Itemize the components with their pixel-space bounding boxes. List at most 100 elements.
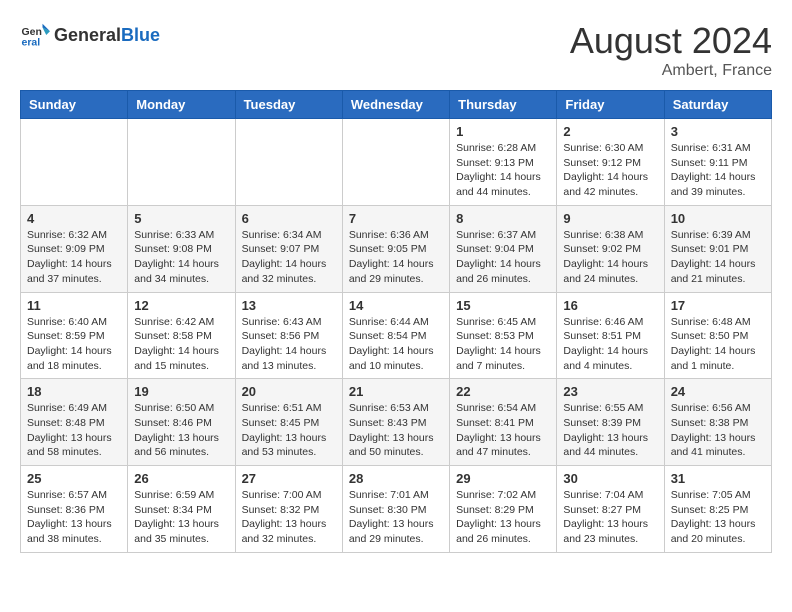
calendar-day-cell: 4 Sunrise: 6:32 AM Sunset: 9:09 PM Daylig… (21, 205, 128, 292)
day-number: 31 (671, 471, 765, 486)
day-info: Sunrise: 6:51 AM Sunset: 8:45 PM Dayligh… (242, 401, 336, 460)
day-number: 1 (456, 124, 550, 139)
day-number: 2 (563, 124, 657, 139)
weekday-header: Wednesday (342, 91, 449, 119)
day-number: 30 (563, 471, 657, 486)
weekday-header: Thursday (450, 91, 557, 119)
calendar-day-cell: 12 Sunrise: 6:42 AM Sunset: 8:58 PM Dayli… (128, 292, 235, 379)
logo-icon: Gen eral (20, 20, 50, 50)
page-header: Gen eral GeneralBlue August 2024 Ambert,… (20, 20, 772, 80)
day-info: Sunrise: 6:31 AM Sunset: 9:11 PM Dayligh… (671, 141, 765, 200)
day-info: Sunrise: 6:39 AM Sunset: 9:01 PM Dayligh… (671, 228, 765, 287)
calendar-day-cell: 29Sunrise: 7:02 AM Sunset: 8:29 PM Dayli… (450, 466, 557, 553)
weekday-header: Friday (557, 91, 664, 119)
location: Ambert, France (570, 62, 772, 80)
day-number: 12 (134, 298, 228, 313)
day-number: 26 (134, 471, 228, 486)
calendar-day-cell: 30 Sunrise: 7:04 AM Sunset: 8:27 PM Dayli… (557, 466, 664, 553)
day-info: Sunrise: 6:50 AM Sunset: 8:46 PM Dayligh… (134, 401, 228, 460)
day-number: 19 (134, 384, 228, 399)
calendar-day-cell: 7 Sunrise: 6:36 AM Sunset: 9:05 PM Daylig… (342, 205, 449, 292)
calendar-day-cell: 18 Sunrise: 6:49 AM Sunset: 8:48 PM Dayli… (21, 379, 128, 466)
day-number: 16 (563, 298, 657, 313)
calendar-week-row: 4 Sunrise: 6:32 AM Sunset: 9:09 PM Daylig… (21, 205, 772, 292)
calendar-day-cell: 23 Sunrise: 6:55 AM Sunset: 8:39 PM Dayli… (557, 379, 664, 466)
day-info: Sunrise: 7:00 AM Sunset: 8:32 PM Dayligh… (242, 488, 336, 547)
day-number: 11 (27, 298, 121, 313)
day-number: 24 (671, 384, 765, 399)
calendar-week-row: 25 Sunrise: 6:57 AM Sunset: 8:36 PM Dayli… (21, 466, 772, 553)
day-number: 28 (349, 471, 443, 486)
day-info: Sunrise: 6:54 AM Sunset: 8:41 PM Dayligh… (456, 401, 550, 460)
weekday-header: Tuesday (235, 91, 342, 119)
day-info: Sunrise: 6:37 AM Sunset: 9:04 PM Dayligh… (456, 228, 550, 287)
day-number: 22 (456, 384, 550, 399)
calendar-day-cell: 8Sunrise: 6:37 AM Sunset: 9:04 PM Daylig… (450, 205, 557, 292)
day-number: 15 (456, 298, 550, 313)
day-number: 4 (27, 211, 121, 226)
day-number: 13 (242, 298, 336, 313)
calendar-day-cell: 14 Sunrise: 6:44 AM Sunset: 8:54 PM Dayli… (342, 292, 449, 379)
day-info: Sunrise: 6:53 AM Sunset: 8:43 PM Dayligh… (349, 401, 443, 460)
calendar-table: SundayMondayTuesdayWednesdayThursdayFrid… (20, 90, 772, 553)
logo-blue: Blue (121, 25, 160, 45)
day-info: Sunrise: 6:28 AM Sunset: 9:13 PM Dayligh… (456, 141, 550, 200)
calendar-day-cell: 13 Sunrise: 6:43 AM Sunset: 8:56 PM Dayli… (235, 292, 342, 379)
day-number: 23 (563, 384, 657, 399)
svg-text:eral: eral (22, 37, 41, 49)
day-info: Sunrise: 6:40 AM Sunset: 8:59 PM Dayligh… (27, 315, 121, 374)
calendar-day-cell: 6 Sunrise: 6:34 AM Sunset: 9:07 PM Daylig… (235, 205, 342, 292)
calendar-day-cell: 21 Sunrise: 6:53 AM Sunset: 8:43 PM Dayli… (342, 379, 449, 466)
day-info: Sunrise: 6:32 AM Sunset: 9:09 PM Dayligh… (27, 228, 121, 287)
calendar-day-cell: 26 Sunrise: 6:59 AM Sunset: 8:34 PM Dayli… (128, 466, 235, 553)
calendar-day-cell (235, 119, 342, 206)
day-number: 9 (563, 211, 657, 226)
day-info: Sunrise: 6:48 AM Sunset: 8:50 PM Dayligh… (671, 315, 765, 374)
logo-text-block: GeneralBlue (54, 25, 160, 46)
day-info: Sunrise: 6:46 AM Sunset: 8:51 PM Dayligh… (563, 315, 657, 374)
calendar-day-cell: 24 Sunrise: 6:56 AM Sunset: 8:38 PM Dayli… (664, 379, 771, 466)
weekday-header: Sunday (21, 91, 128, 119)
day-number: 27 (242, 471, 336, 486)
calendar-day-cell: 1 Sunrise: 6:28 AM Sunset: 9:13 PM Daylig… (450, 119, 557, 206)
month-year: August 2024 (570, 20, 772, 62)
day-number: 7 (349, 211, 443, 226)
day-number: 21 (349, 384, 443, 399)
calendar-day-cell: 22 Sunrise: 6:54 AM Sunset: 8:41 PM Dayli… (450, 379, 557, 466)
calendar-day-cell: 19 Sunrise: 6:50 AM Sunset: 8:46 PM Dayli… (128, 379, 235, 466)
day-info: Sunrise: 6:43 AM Sunset: 8:56 PM Dayligh… (242, 315, 336, 374)
calendar-day-cell: 10 Sunrise: 6:39 AM Sunset: 9:01 PM Dayli… (664, 205, 771, 292)
day-info: Sunrise: 6:36 AM Sunset: 9:05 PM Dayligh… (349, 228, 443, 287)
day-number: 10 (671, 211, 765, 226)
day-info: Sunrise: 6:42 AM Sunset: 8:58 PM Dayligh… (134, 315, 228, 374)
day-number: 6 (242, 211, 336, 226)
calendar-day-cell: 9Sunrise: 6:38 AM Sunset: 9:02 PM Daylig… (557, 205, 664, 292)
day-number: 17 (671, 298, 765, 313)
day-info: Sunrise: 6:44 AM Sunset: 8:54 PM Dayligh… (349, 315, 443, 374)
day-info: Sunrise: 6:59 AM Sunset: 8:34 PM Dayligh… (134, 488, 228, 547)
day-info: Sunrise: 7:05 AM Sunset: 8:25 PM Dayligh… (671, 488, 765, 547)
day-info: Sunrise: 6:49 AM Sunset: 8:48 PM Dayligh… (27, 401, 121, 460)
calendar-day-cell: 20 Sunrise: 6:51 AM Sunset: 8:45 PM Dayli… (235, 379, 342, 466)
day-info: Sunrise: 6:57 AM Sunset: 8:36 PM Dayligh… (27, 488, 121, 547)
day-info: Sunrise: 7:04 AM Sunset: 8:27 PM Dayligh… (563, 488, 657, 547)
weekday-header: Monday (128, 91, 235, 119)
day-info: Sunrise: 6:45 AM Sunset: 8:53 PM Dayligh… (456, 315, 550, 374)
day-number: 3 (671, 124, 765, 139)
calendar-day-cell: 16 Sunrise: 6:46 AM Sunset: 8:51 PM Dayli… (557, 292, 664, 379)
day-number: 18 (27, 384, 121, 399)
day-number: 20 (242, 384, 336, 399)
day-info: Sunrise: 6:34 AM Sunset: 9:07 PM Dayligh… (242, 228, 336, 287)
day-info: Sunrise: 6:56 AM Sunset: 8:38 PM Dayligh… (671, 401, 765, 460)
calendar-week-row: 18 Sunrise: 6:49 AM Sunset: 8:48 PM Dayli… (21, 379, 772, 466)
calendar-day-cell (342, 119, 449, 206)
calendar-day-cell (128, 119, 235, 206)
day-number: 14 (349, 298, 443, 313)
calendar-day-cell (21, 119, 128, 206)
calendar-day-cell: 27 Sunrise: 7:00 AM Sunset: 8:32 PM Dayli… (235, 466, 342, 553)
calendar-day-cell: 2Sunrise: 6:30 AM Sunset: 9:12 PM Daylig… (557, 119, 664, 206)
calendar-day-cell: 25 Sunrise: 6:57 AM Sunset: 8:36 PM Dayli… (21, 466, 128, 553)
calendar-day-cell: 15 Sunrise: 6:45 AM Sunset: 8:53 PM Dayli… (450, 292, 557, 379)
day-info: Sunrise: 6:55 AM Sunset: 8:39 PM Dayligh… (563, 401, 657, 460)
day-number: 25 (27, 471, 121, 486)
